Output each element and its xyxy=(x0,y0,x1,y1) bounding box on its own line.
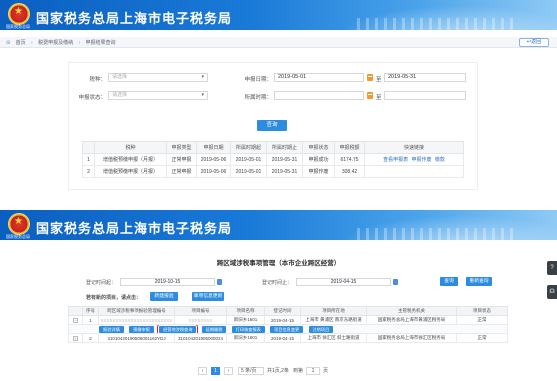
goto-label: 到第 xyxy=(292,368,303,374)
table-row: 2 增值税预缴申报（月报） 正常申报 2019-05-06 2019-05-01… xyxy=(82,165,464,178)
page-total: 共1页,2条 xyxy=(267,368,289,374)
site-header: 国家税务总局 国家税务总局上海市电子税务局 xyxy=(0,210,557,240)
start-date-input[interactable]: 2019-10-15 xyxy=(120,278,215,286)
declare-status-label: 申报状态： xyxy=(78,95,106,101)
calendar-icon[interactable] xyxy=(217,279,222,285)
headset-icon[interactable]: ☊ xyxy=(547,285,557,299)
table-header-row: 序号 跨区域涉税事项报验管理编号 项目编号 项目名称 登记时间 项目所在地 主管… xyxy=(68,306,508,316)
query-button[interactable]: 查询 xyxy=(440,277,458,286)
period-label: 所属时期： xyxy=(244,95,272,101)
declare-date-label: 申报日期： xyxy=(244,77,272,83)
collapse-icon[interactable]: − xyxy=(73,317,78,323)
tax-emblem-icon xyxy=(8,3,30,25)
page-title: 跨区域涉税事项管理（本市企业跨区经营） xyxy=(216,260,341,267)
back-button[interactable]: ↩返回 xyxy=(519,38,549,47)
declare-date-to-input[interactable]: 2019-05-31 xyxy=(384,73,466,82)
breadcrumb-home[interactable]: 首页 xyxy=(16,40,26,46)
prepay-declare-button[interactable]: 预缴申报 xyxy=(129,325,154,333)
table-row: − 1 XXXXXXXXXXXXXXXXXXXXXXXX XXXXXXXX 新旧… xyxy=(68,315,508,325)
site-title: 国家税务总局上海市电子税务局 xyxy=(36,11,233,26)
declare-result-table: 税种 申报类型 申报日期 所属时期起 所属时期止 申报状态 申报税额 快速链接 … xyxy=(82,141,464,178)
emblem-caption: 国家税务总局 xyxy=(6,24,30,29)
period-from-input[interactable] xyxy=(274,91,364,100)
side-toolbar: ? ☊ xyxy=(547,261,557,309)
tax-emblem-icon xyxy=(8,213,30,235)
expand-icon[interactable]: + xyxy=(73,335,78,341)
business-tax-query-button[interactable]: 经营地涉税查询 xyxy=(157,325,199,333)
cross-region-table: 序号 跨区域涉税事项报验管理编号 项目编号 项目名称 登记时间 项目所在地 主管… xyxy=(68,306,508,343)
table-row: 1 增值税预缴申报（月报） 正常申报 2019-05-06 2019-05-01… xyxy=(82,153,464,166)
table-row: + 2 31010420190506001162YDJ 310104201905… xyxy=(68,333,508,343)
declare-status-select[interactable]: 请选择 ▾ xyxy=(108,91,208,100)
change-project-button[interactable]: 项目信息变更 xyxy=(270,325,304,333)
new-item-hint: 若有新的项目，请点击： xyxy=(86,295,142,301)
declare-date-from-input[interactable]: 2019-05-01 xyxy=(274,73,364,82)
end-date-label: 登记时间止： xyxy=(262,280,293,286)
tax-type-select[interactable]: 请选择 ▾ xyxy=(108,73,208,82)
page-1-button[interactable]: 1 xyxy=(211,366,220,375)
calendar-icon[interactable] xyxy=(367,92,373,99)
void-declaration-link[interactable]: 申报作废 xyxy=(411,157,431,163)
page-size-select[interactable]: 5 条/页 xyxy=(238,366,264,375)
breadcrumb-tax-declare[interactable]: 税费申报及缴纳 xyxy=(38,40,73,46)
tax-type-label: 税种： xyxy=(89,77,106,83)
page-unit: 页 xyxy=(322,368,328,374)
cancel-project-button[interactable]: 注销项目 xyxy=(308,325,334,333)
new-report-button[interactable]: 新建报验 xyxy=(150,292,178,301)
report-detail-button[interactable]: 报验详情 xyxy=(99,325,124,333)
site-title: 国家税务总局上海市电子税务局 xyxy=(36,221,233,236)
breadcrumb-current: 申报结果查询 xyxy=(85,40,116,46)
period-to-input[interactable] xyxy=(384,91,466,100)
row-actions: 报验详情 预缴申报 经营地涉税查询 延期缴税 打印核查报表 项目信息变更 注销项… xyxy=(68,324,508,334)
start-date-label: 登记时间起： xyxy=(86,280,117,286)
end-date-input[interactable]: 2019-04-15 xyxy=(296,278,391,286)
chevron-down-icon: ▾ xyxy=(201,92,204,98)
location-pin-icon: ⊙ xyxy=(6,40,11,46)
reset-button[interactable]: 重新查询 xyxy=(466,277,492,286)
breadcrumb-separator: › xyxy=(31,40,33,46)
pagination: ‹ 1 › 5 条/页 共1页,2条 到第 1 页 xyxy=(196,366,328,375)
help-icon[interactable]: ? xyxy=(547,261,557,275)
chevron-down-icon: ▾ xyxy=(201,74,204,80)
query-button[interactable]: 查询 xyxy=(257,120,287,131)
pay-link[interactable]: 缴款 xyxy=(435,157,445,163)
breadcrumb-bar: ⊙ 首页 › 税费申报及缴纳 › 申报结果查询 ↩返回 xyxy=(0,37,557,48)
breadcrumb: ⊙ 首页 › 税费申报及缴纳 › 申报结果查询 xyxy=(6,39,120,46)
to-label: 至 xyxy=(376,95,382,101)
site-header: 国家税务总局 国家税务总局上海市电子税务局 xyxy=(0,0,557,30)
prev-page-button[interactable]: ‹ xyxy=(198,366,207,375)
table-header-row: 税种 申报类型 申报日期 所属时期起 所属时期止 申报状态 申报税额 快速链接 xyxy=(82,141,464,154)
view-declaration-link[interactable]: 查看申报表 xyxy=(383,157,408,163)
calendar-icon[interactable] xyxy=(393,279,398,285)
print-report-button[interactable]: 打印核查报表 xyxy=(231,325,265,333)
calendar-icon[interactable] xyxy=(367,74,373,81)
update-info-button[interactable]: 事项信息更新 xyxy=(192,292,224,301)
breadcrumb-separator: › xyxy=(78,40,81,46)
next-page-button[interactable]: › xyxy=(224,366,233,375)
extend-payment-button[interactable]: 延期缴税 xyxy=(201,325,227,333)
emblem-caption: 国家税务总局 xyxy=(6,234,30,239)
to-label: 至 xyxy=(376,77,382,83)
goto-page-input[interactable]: 1 xyxy=(305,366,320,375)
